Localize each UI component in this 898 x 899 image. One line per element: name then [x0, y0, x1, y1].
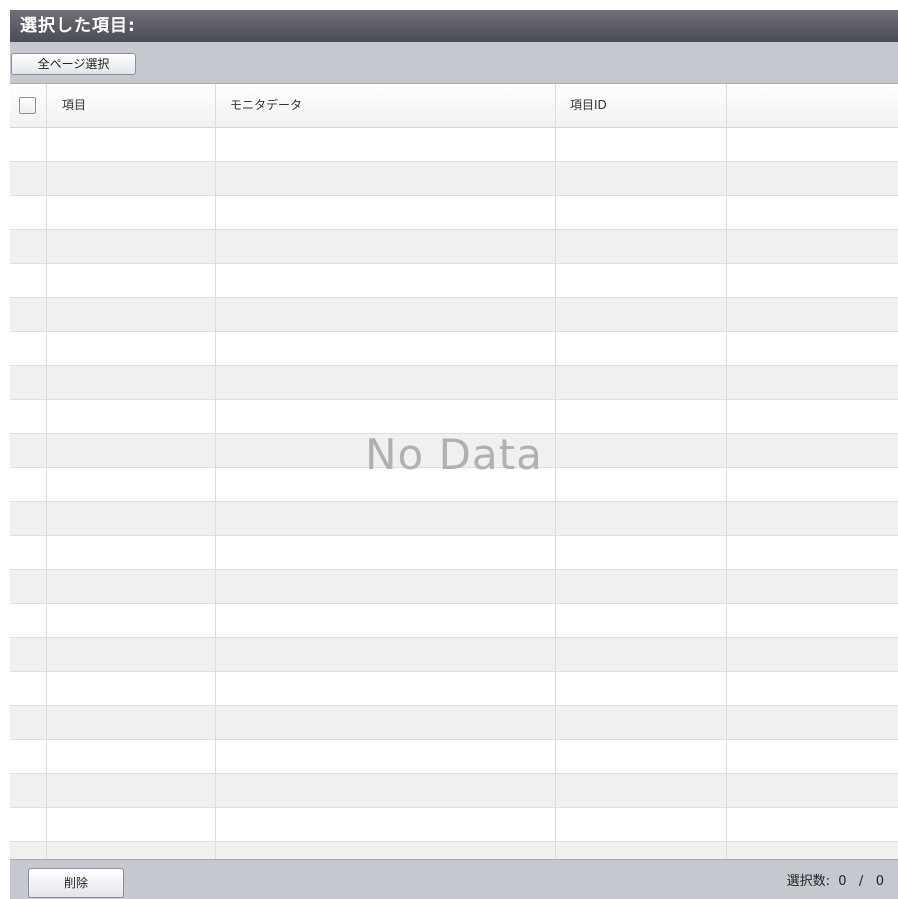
select-all-pages-button[interactable]: 全ページ選択 — [11, 53, 136, 75]
column-divider — [726, 84, 727, 859]
column-divider — [555, 84, 556, 859]
empty-table-row — [10, 672, 898, 706]
column-header-item-id[interactable]: 項目ID — [570, 84, 607, 127]
empty-table-row — [10, 128, 898, 162]
empty-table-row — [10, 706, 898, 740]
empty-table-row — [10, 162, 898, 196]
table-footer: 削除 選択数: 0 / 0 — [10, 859, 898, 899]
panel-title: 選択した項目: — [10, 10, 898, 42]
empty-table-row — [10, 842, 898, 859]
selected-items-table: 項目 モニタデータ 項目ID No Data — [10, 84, 898, 859]
delete-button[interactable]: 削除 — [28, 868, 124, 898]
empty-table-row — [10, 774, 898, 808]
selection-count: 選択数: 0 / 0 — [787, 868, 884, 896]
total-count: 0 — [875, 874, 884, 889]
empty-table-row — [10, 264, 898, 298]
empty-table-row — [10, 332, 898, 366]
table-header: 項目 モニタデータ 項目ID — [10, 84, 898, 128]
column-header-item[interactable]: 項目 — [62, 84, 86, 127]
count-separator: / — [858, 874, 864, 889]
selected-count: 0 — [838, 874, 847, 889]
empty-table-row — [10, 434, 898, 468]
column-header-monitor-data[interactable]: モニタデータ — [230, 84, 302, 127]
column-divider — [46, 84, 47, 859]
empty-table-row — [10, 740, 898, 774]
empty-table-row — [10, 502, 898, 536]
column-divider — [215, 84, 216, 859]
empty-table-row — [10, 604, 898, 638]
selection-count-label: 選択数: — [786, 874, 830, 889]
empty-table-row — [10, 536, 898, 570]
empty-table-row — [10, 808, 898, 842]
empty-table-row — [10, 298, 898, 332]
empty-table-row — [10, 638, 898, 672]
empty-table-row — [10, 400, 898, 434]
empty-table-row — [10, 570, 898, 604]
selected-items-panel: 選択した項目: 全ページ選択 項目 モニタデータ 項目ID No Data 削除… — [10, 10, 898, 899]
empty-table-row — [10, 230, 898, 264]
empty-table-row — [10, 196, 898, 230]
empty-table-row — [10, 366, 898, 400]
empty-table-row — [10, 468, 898, 502]
toolbar: 全ページ選択 — [10, 42, 898, 84]
select-all-checkbox[interactable] — [19, 97, 36, 114]
